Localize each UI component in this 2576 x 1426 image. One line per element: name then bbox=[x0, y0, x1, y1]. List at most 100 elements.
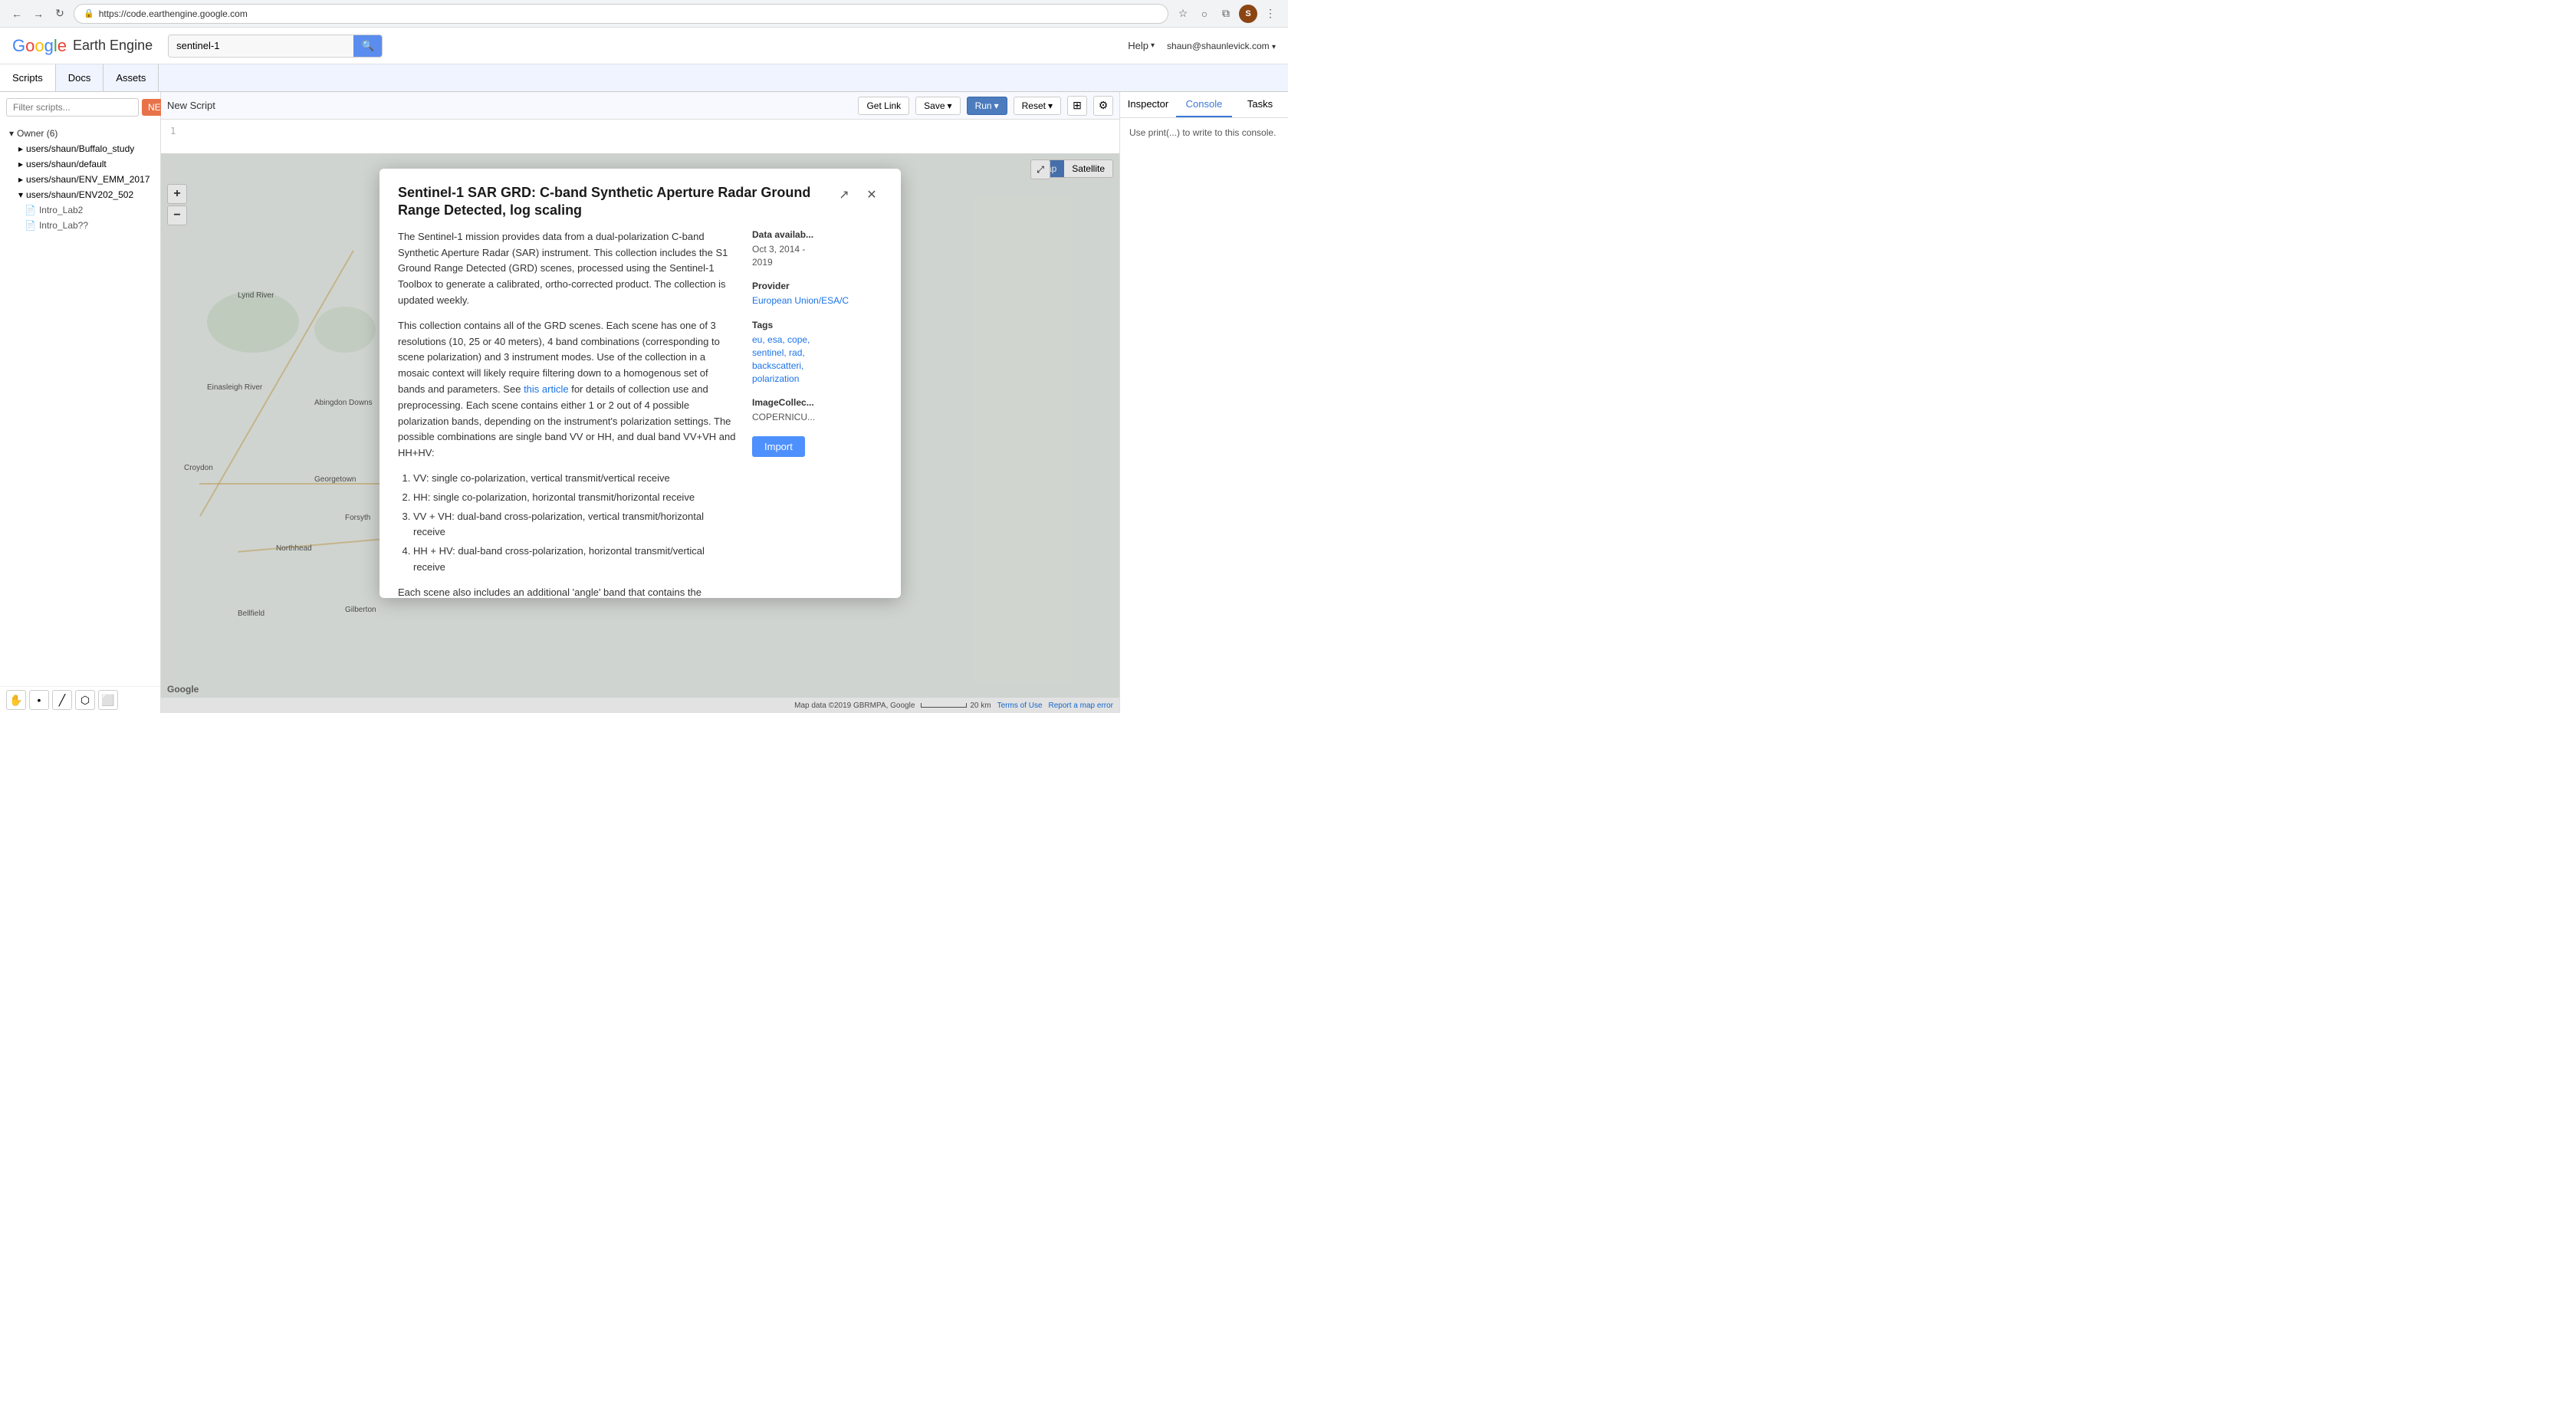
save-button[interactable]: Save ▾ bbox=[915, 97, 960, 115]
tags-value: eu, esa, cope, sentinel, rad, backscatte… bbox=[752, 334, 882, 385]
url-bar[interactable]: 🔒 https://code.earthengine.google.com bbox=[74, 4, 1168, 24]
data-availability-section: Data availab... Oct 3, 2014 -2019 bbox=[752, 229, 882, 269]
header-right: Help ▾ shaun@shaunlevick.com ▾ bbox=[1128, 40, 1276, 51]
image-collection-value: COPERNICU... bbox=[752, 411, 882, 424]
tree-item-buffalo[interactable]: ▸ users/shaun/Buffalo_study bbox=[6, 141, 154, 156]
tag-link[interactable]: eu, esa, cope, bbox=[752, 334, 882, 347]
modal-title: Sentinel-1 SAR GRD: C-band Synthetic Ape… bbox=[398, 184, 833, 220]
lock-icon: 🔒 bbox=[84, 8, 94, 18]
chevron-down-icon: ▾ bbox=[9, 128, 14, 139]
image-collection-section: ImageCollec... COPERNICU... bbox=[752, 397, 882, 424]
chevron-down-icon: ▾ bbox=[994, 100, 999, 111]
import-button[interactable]: Import bbox=[752, 436, 805, 457]
tags-section: Tags eu, esa, cope, sentinel, rad, backs… bbox=[752, 320, 882, 385]
this-article-link[interactable]: this article bbox=[524, 383, 569, 395]
reset-button[interactable]: Reset ▾ bbox=[1014, 97, 1061, 115]
chevron-down-icon: ▾ bbox=[18, 189, 23, 200]
pan-tool[interactable]: ✋ bbox=[6, 690, 26, 710]
list-item: VV + VH: dual-band cross-polarization, v… bbox=[413, 509, 737, 541]
tree-item-env-emm[interactable]: ▸ users/shaun/ENV_EMM_2017 bbox=[6, 172, 154, 187]
tree-item-default[interactable]: ▸ users/shaun/default bbox=[6, 156, 154, 172]
sidebar: NEW ▾ ▾ Owner (6) ▸ users/shaun/Buffalo_… bbox=[0, 92, 161, 713]
script-title: New Script bbox=[167, 100, 852, 111]
modal-desc-3: Each scene also includes an additional '… bbox=[398, 585, 737, 598]
run-button[interactable]: Run ▾ bbox=[967, 97, 1007, 115]
modal-body: The Sentinel-1 mission provides data fro… bbox=[380, 229, 901, 598]
polygon-tool[interactable]: ⬡ bbox=[75, 690, 95, 710]
chevron-right-icon: ▸ bbox=[18, 174, 23, 185]
tree-file-intro-lab2[interactable]: 📄 Intro_Lab2 bbox=[6, 202, 154, 218]
chevron-right-icon: ▸ bbox=[18, 143, 23, 154]
editor-panel: New Script Get Link Save ▾ Run ▾ Reset ▾… bbox=[161, 92, 1119, 153]
app-name: Earth Engine bbox=[73, 38, 153, 54]
google-logo: Google bbox=[12, 36, 67, 56]
rectangle-tool[interactable]: ⬜ bbox=[98, 690, 118, 710]
chevron-down-icon: ▾ bbox=[1151, 41, 1155, 50]
search-bar[interactable]: 🔍 bbox=[168, 34, 383, 58]
line-tool[interactable]: ╱ bbox=[52, 690, 72, 710]
modal-header: Sentinel-1 SAR GRD: C-band Synthetic Ape… bbox=[380, 169, 901, 229]
browser-bar: ← → ↻ 🔒 https://code.earthengine.google.… bbox=[0, 0, 1288, 28]
filter-input[interactable] bbox=[6, 98, 139, 117]
app-toolbar: Scripts Docs Assets bbox=[0, 64, 1288, 92]
modal-actions: ↗ ✕ bbox=[833, 184, 882, 205]
search-icon: 🔍 bbox=[361, 40, 374, 52]
reload-button[interactable]: ↻ bbox=[52, 6, 67, 21]
modal-dialog: Sentinel-1 SAR GRD: C-band Synthetic Ape… bbox=[380, 169, 901, 598]
get-link-button[interactable]: Get Link bbox=[858, 97, 909, 115]
profile-button[interactable]: ○ bbox=[1196, 5, 1213, 22]
chevron-down-icon: ▾ bbox=[1272, 43, 1276, 51]
file-icon: 📄 bbox=[25, 220, 36, 231]
chevron-right-icon: ▸ bbox=[18, 159, 23, 169]
right-panel: Inspector Console Tasks Use print(...) t… bbox=[1119, 92, 1288, 713]
tree-file-intro-lab[interactable]: 📄 Intro_Lab?? bbox=[6, 218, 154, 233]
search-input[interactable] bbox=[169, 35, 353, 56]
main-layout: NEW ▾ ▾ Owner (6) ▸ users/shaun/Buffalo_… bbox=[0, 92, 1288, 713]
tab-scripts[interactable]: Scripts bbox=[0, 64, 56, 91]
tag-link[interactable]: backscatteri, bbox=[752, 360, 882, 373]
file-icon: 📄 bbox=[25, 205, 36, 215]
data-availability-value: Oct 3, 2014 -2019 bbox=[752, 243, 882, 269]
tab-assets[interactable]: Assets bbox=[104, 64, 159, 91]
extensions-button[interactable]: ⧉ bbox=[1217, 5, 1234, 22]
avatar[interactable]: S bbox=[1239, 5, 1257, 23]
list-item: VV: single co-polarization, vertical tra… bbox=[413, 471, 737, 487]
image-collection-label: ImageCollec... bbox=[752, 397, 882, 408]
code-area[interactable]: 1 bbox=[161, 120, 1119, 153]
tab-tasks[interactable]: Tasks bbox=[1232, 92, 1288, 117]
help-button[interactable]: Help ▾ bbox=[1128, 40, 1155, 51]
sidebar-filter: NEW ▾ bbox=[0, 92, 160, 123]
bookmark-button[interactable]: ☆ bbox=[1175, 5, 1191, 22]
back-button[interactable]: ← bbox=[9, 6, 25, 21]
open-external-button[interactable]: ↗ bbox=[833, 184, 855, 205]
search-button[interactable]: 🔍 bbox=[353, 35, 382, 57]
polarization-list: VV: single co-polarization, vertical tra… bbox=[398, 471, 737, 576]
tag-link[interactable]: polarization bbox=[752, 373, 882, 386]
modal-sidebar: Data availab... Oct 3, 2014 -2019 Provid… bbox=[752, 229, 882, 586]
tags-label: Tags bbox=[752, 320, 882, 330]
toolbar-tabs: Scripts Docs Assets bbox=[0, 64, 159, 91]
list-item: HH: single co-polarization, horizontal t… bbox=[413, 490, 737, 506]
point-tool[interactable]: • bbox=[29, 690, 49, 710]
tree-owner-folder[interactable]: ▾ Owner (6) bbox=[6, 126, 154, 141]
user-button[interactable]: shaun@shaunlevick.com ▾ bbox=[1167, 41, 1276, 51]
list-item: HH + HV: dual-band cross-polarization, h… bbox=[413, 544, 737, 576]
forward-button[interactable]: → bbox=[31, 6, 46, 21]
map-tools: ✋ • ╱ ⬡ ⬜ bbox=[0, 686, 160, 713]
tab-docs[interactable]: Docs bbox=[56, 64, 104, 91]
menu-button[interactable]: ⋮ bbox=[1262, 5, 1279, 22]
chevron-down-icon: ▾ bbox=[948, 100, 952, 111]
provider-section: Provider European Union/ESA/C bbox=[752, 281, 882, 307]
modal-desc-2: This collection contains all of the GRD … bbox=[398, 318, 737, 462]
settings-button[interactable]: ⚙ bbox=[1093, 96, 1113, 116]
tree-item-env202[interactable]: ▾ users/shaun/ENV202_502 bbox=[6, 187, 154, 202]
close-modal-button[interactable]: ✕ bbox=[861, 184, 882, 205]
browser-actions: ☆ ○ ⧉ S ⋮ bbox=[1175, 5, 1279, 23]
tag-link[interactable]: sentinel, rad, bbox=[752, 347, 882, 360]
tab-console[interactable]: Console bbox=[1176, 92, 1232, 117]
provider-link[interactable]: European Union/ESA/C bbox=[752, 294, 882, 307]
right-panel-content: Use print(...) to write to this console. bbox=[1120, 118, 1288, 713]
map-background: Lynd River Einasleigh River Bulleringa A… bbox=[161, 153, 1119, 713]
grid-button[interactable]: ⊞ bbox=[1067, 96, 1087, 116]
tab-inspector[interactable]: Inspector bbox=[1120, 92, 1176, 117]
